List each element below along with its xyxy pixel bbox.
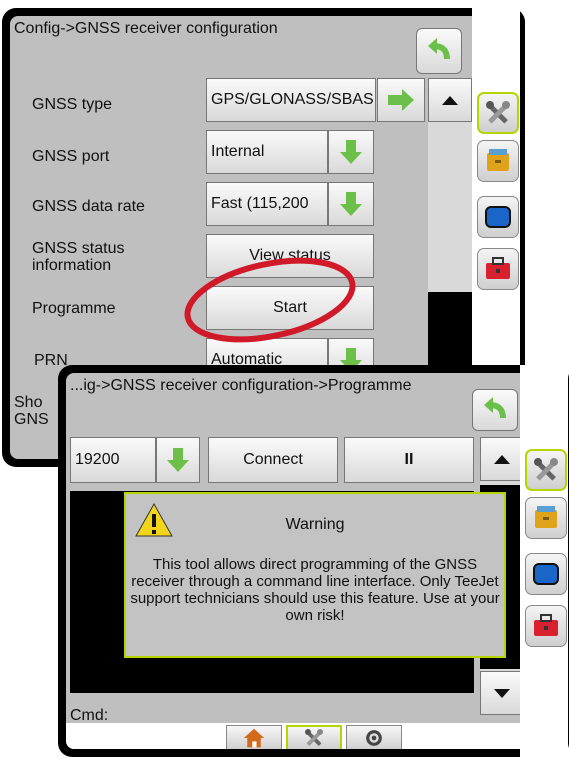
- toolbox-button[interactable]: [525, 605, 567, 647]
- connect-button[interactable]: Connect: [208, 437, 338, 483]
- scroll-up-button[interactable]: [428, 78, 472, 122]
- display-icon: [533, 563, 559, 585]
- baud-rate-field[interactable]: 19200: [70, 437, 156, 483]
- back-button[interactable]: [416, 28, 462, 74]
- gnss-type-field[interactable]: GPS/GLONASS/SBAS: [206, 78, 376, 122]
- gnss-data-rate-dropdown[interactable]: [328, 182, 374, 226]
- gnss-port-label: GNSS port: [32, 148, 110, 165]
- back-arrow-icon: [481, 396, 509, 424]
- down-arrow-icon: [494, 688, 510, 698]
- back-arrow-icon: [425, 37, 453, 65]
- tools-button[interactable]: [477, 92, 519, 134]
- programme-window: ...ig->GNSS receiver configuration->Prog…: [58, 365, 569, 757]
- gnss-type-label: GNSS type: [32, 96, 113, 113]
- prn-label: PRN: [34, 352, 68, 369]
- gear-icon: [366, 730, 382, 746]
- toolbox-icon: [485, 257, 511, 280]
- programme-label: Programme: [32, 300, 116, 317]
- right-arrow-icon: [388, 89, 414, 111]
- hidden-row-label: Sho GNS: [14, 394, 49, 428]
- baud-rate-dropdown[interactable]: [156, 437, 200, 483]
- warning-message: This tool allows direct programming of t…: [130, 556, 500, 624]
- programme-back-button[interactable]: [472, 389, 518, 431]
- pause-button[interactable]: II: [344, 437, 474, 483]
- terminal-scroll-down-button[interactable]: [480, 671, 524, 715]
- display-button[interactable]: [477, 196, 519, 238]
- display-button[interactable]: [525, 553, 567, 595]
- gnss-port-dropdown[interactable]: [328, 130, 374, 174]
- toolbox-button[interactable]: [477, 248, 519, 290]
- tools-icon: [486, 101, 510, 124]
- programme-panel: ...ig->GNSS receiver configuration->Prog…: [66, 373, 524, 749]
- down-arrow-icon: [340, 192, 362, 216]
- storage-icon: [535, 506, 557, 528]
- settings-tab[interactable]: [346, 725, 402, 749]
- cmd-label: Cmd:: [70, 707, 109, 724]
- bottom-tab-bar: [66, 723, 524, 749]
- tools-icon: [534, 458, 558, 481]
- down-arrow-icon: [340, 140, 362, 164]
- gnss-type-next-button[interactable]: [377, 78, 425, 122]
- up-arrow-icon: [494, 454, 510, 464]
- home-icon: [243, 728, 265, 748]
- warning-dialog: Warning This tool allows direct programm…: [124, 492, 506, 658]
- storage-button[interactable]: [525, 497, 567, 539]
- storage-button[interactable]: [477, 140, 519, 182]
- warning-title: Warning: [285, 516, 345, 533]
- gnss-data-rate-label: GNSS data rate: [32, 198, 145, 215]
- toolbox-icon: [533, 614, 559, 637]
- gnss-port-field[interactable]: Internal: [206, 130, 328, 174]
- annotation-circle: [184, 257, 356, 343]
- display-icon: [485, 206, 511, 228]
- gnss-status-label: GNSS status information: [32, 240, 125, 274]
- up-arrow-icon: [442, 95, 458, 105]
- home-tab[interactable]: [226, 725, 282, 749]
- down-arrow-icon: [167, 448, 189, 472]
- terminal-scroll-up-button[interactable]: [480, 437, 524, 481]
- programme-sidebar: [520, 365, 568, 757]
- tools-button[interactable]: [525, 449, 567, 491]
- programme-page-title: ...ig->GNSS receiver configuration->Prog…: [70, 377, 412, 394]
- gnss-data-rate-field[interactable]: Fast (115,200: [206, 182, 328, 226]
- storage-icon: [487, 149, 509, 171]
- page-title: Config->GNSS receiver configuration: [14, 20, 278, 37]
- tools-icon: [305, 729, 323, 746]
- tools-tab[interactable]: [286, 725, 342, 749]
